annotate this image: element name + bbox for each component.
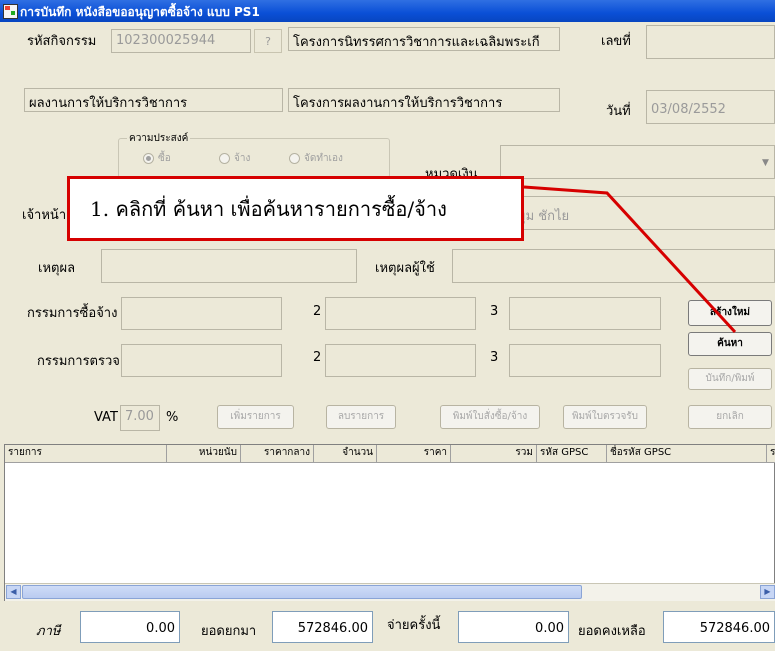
user-reason-field[interactable] (452, 249, 775, 283)
purchase-committee-3-label: 3 (490, 304, 499, 319)
project-output-field: โครงการผลงานการให้บริการวิชาการ (288, 88, 560, 112)
print-po-button[interactable]: พิมพ์ใบสั่งซื้อ/จ้าง (440, 405, 540, 429)
radio-buy[interactable]: ซื้อ (143, 151, 171, 166)
col-median-price[interactable]: ราคากลาง (241, 445, 314, 462)
paid-field: 0.00 (458, 611, 569, 643)
col-item[interactable]: รายการ (5, 445, 167, 462)
activity-code-field[interactable]: 102300025944 (111, 29, 251, 53)
carried-label: ยอดยกมา (201, 624, 257, 639)
user-reason-label: เหตุผลผู้ใช้ (375, 261, 435, 276)
col-price[interactable]: ราคา (377, 445, 451, 462)
radio-self-made[interactable]: จัดทำเอง (289, 151, 343, 166)
inspect-committee-2-label: 2 (313, 350, 322, 365)
add-item-button[interactable]: เพิ่มรายการ (217, 405, 294, 429)
search-button[interactable]: ค้นหา (688, 332, 772, 356)
reason-field[interactable] (101, 249, 357, 283)
output-name-field: ผลงานการให้บริการวิชาการ (24, 88, 283, 112)
budget-select[interactable] (500, 145, 775, 179)
app-window: การบันทึก หนังสือขออนุญาตซื้อจ้าง แบบ PS… (0, 0, 775, 651)
purchase-committee-field-1[interactable] (121, 297, 282, 330)
budget-dropdown-icon[interactable]: ▼ (762, 158, 769, 168)
purchase-committee-2-label: 2 (313, 304, 322, 319)
carried-field: 572846.00 (272, 611, 373, 643)
tax-label: ภาษี (36, 624, 61, 639)
purchase-committee-field-2[interactable] (325, 297, 476, 330)
project-name-field: โครงการนิทรรศการวิชาการและเฉลิมพระเกี (288, 27, 560, 51)
instruction-callout: 1. คลิกที่ ค้นหา เพื่อค้นหารายการซื้อ/จ้… (67, 176, 524, 241)
activity-lookup-button[interactable]: ? (254, 29, 282, 53)
remaining-label: ยอดคงเหลือ (578, 624, 646, 639)
col-quantity[interactable]: จำนวน (314, 445, 377, 462)
officer-label: เจ้าหน้า (22, 208, 67, 223)
inspect-committee-3-label: 3 (490, 350, 499, 365)
radio-self-made-indicator (289, 152, 300, 164)
scroll-right-icon[interactable]: ▶ (760, 585, 775, 599)
radio-buy-indicator (143, 152, 154, 164)
grid-header: รายการ หน่วยนับ ราคากลาง จำนวน ราคา รวม … (5, 445, 775, 463)
col-total[interactable]: รวม (451, 445, 537, 462)
purchase-committee-field-3[interactable] (509, 297, 661, 330)
cancel-button[interactable]: ยกเลิก (688, 405, 772, 429)
radio-hire-indicator (219, 152, 230, 164)
date-field[interactable]: 03/08/2552 (646, 90, 775, 124)
vat-unit: % (166, 410, 179, 425)
create-new-button[interactable]: สร้างใหม่ (688, 300, 772, 326)
number-label: เลขที่ (601, 34, 631, 49)
tax-field: 0.00 (80, 611, 180, 643)
inspect-committee-field-3[interactable] (509, 344, 661, 377)
print-receipt-button[interactable]: พิมพ์ใบตรวจรับ (563, 405, 647, 429)
inspect-committee-field-2[interactable] (325, 344, 476, 377)
window-title: การบันทึก หนังสือขออนุญาตซื้อจ้าง แบบ PS… (20, 5, 260, 19)
col-gpsc-code[interactable]: รหัส GPSC (537, 445, 607, 462)
radio-hire[interactable]: จ้าง (219, 151, 250, 166)
save-print-button[interactable]: บันทึก/พิมพ์ (688, 368, 772, 390)
app-icon (3, 4, 18, 19)
col-extra[interactable]: ร (767, 445, 775, 462)
instruction-callout-text: 1. คลิกที่ ค้นหา เพื่อค้นหารายการซื้อ/จ้… (90, 197, 447, 221)
vat-label: VAT (94, 410, 118, 425)
purpose-group: ความประสงค์ ซื้อ จ้าง จัดทำเอง (118, 131, 390, 178)
number-field[interactable] (646, 25, 775, 59)
date-label: วันที่ (606, 104, 631, 119)
items-grid[interactable]: รายการ หน่วยนับ ราคากลาง จำนวน ราคา รวม … (4, 444, 775, 601)
vat-field[interactable]: 7.00 (120, 405, 160, 431)
paid-label: จ่ายครั้งนี้ (387, 618, 441, 633)
delete-item-button[interactable]: ลบรายการ (326, 405, 396, 429)
purchase-committee-label: กรรมการซื้อจ้าง (27, 306, 118, 321)
col-unit[interactable]: หน่วยนับ (167, 445, 241, 462)
title-bar: การบันทึก หนังสือขออนุญาตซื้อจ้าง แบบ PS… (0, 0, 775, 22)
scroll-thumb[interactable] (22, 585, 582, 599)
purpose-group-title: ความประสงค์ (127, 131, 191, 146)
inspect-committee-field-1[interactable] (121, 344, 282, 377)
radio-hire-label: จ้าง (234, 153, 251, 164)
grid-horizontal-scrollbar[interactable]: ◀ ▶ (5, 583, 775, 601)
inspect-committee-label: กรรมการตรวจ (37, 354, 120, 369)
radio-self-made-label: จัดทำเอง (304, 153, 343, 164)
activity-code-label: รหัสกิจกรรม (27, 34, 97, 49)
radio-buy-label: ซื้อ (158, 153, 171, 164)
reason-label: เหตุผล (38, 261, 76, 276)
officer-field[interactable]: มุม ชักไย (500, 196, 775, 230)
scroll-left-icon[interactable]: ◀ (6, 585, 21, 599)
col-gpsc-name[interactable]: ชื่อรหัส GPSC (607, 445, 767, 462)
remaining-field: 572846.00 (663, 611, 775, 643)
